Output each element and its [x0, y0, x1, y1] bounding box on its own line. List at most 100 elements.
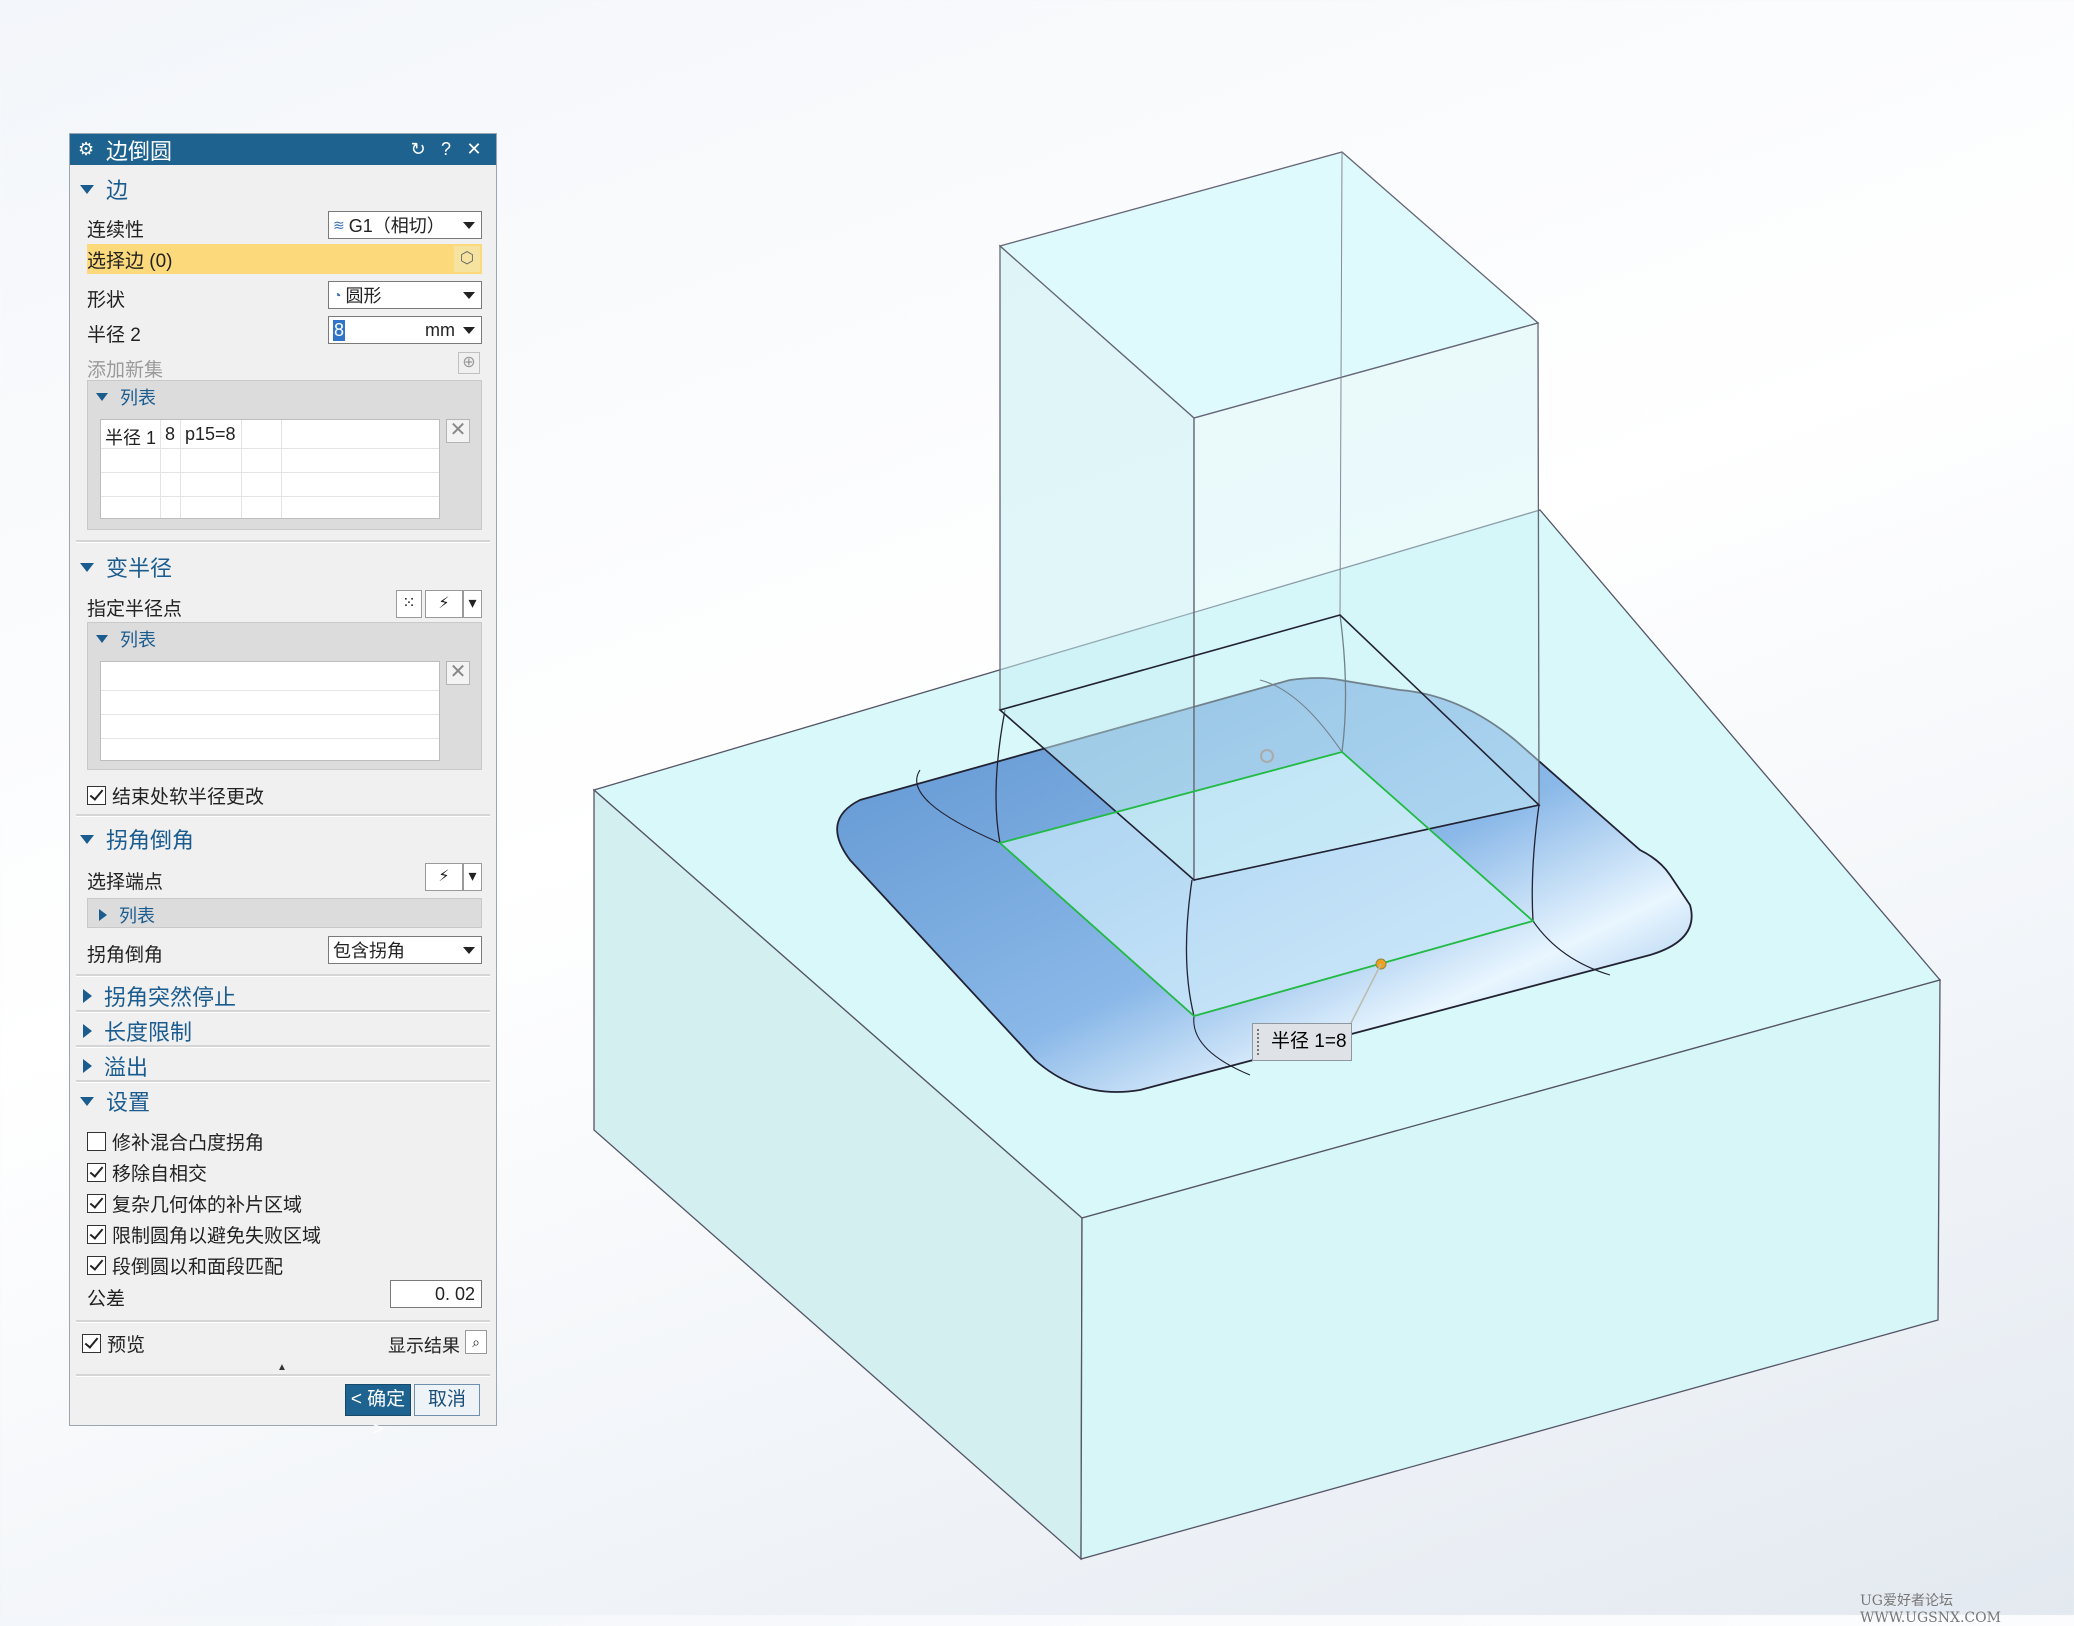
section-stop-short[interactable]: 拐角突然停止 — [80, 981, 236, 1011]
radius-tooltip[interactable]: 半径 1=8 — [1252, 1023, 1352, 1061]
continuity-label: 连续性 — [87, 220, 145, 241]
dialog-titlebar[interactable]: ⚙ 边倒圆 ↻ ? ✕ — [70, 134, 496, 165]
gear-icon: ⚙ — [78, 139, 95, 159]
drag-grip-icon[interactable] — [1257, 1029, 1263, 1055]
checkbox-icon[interactable] — [87, 1132, 106, 1151]
corner-list-header[interactable]: 列表 — [96, 902, 155, 928]
checkbox-icon[interactable] — [87, 1256, 106, 1275]
select-endpoint-label: 选择端点 — [87, 872, 164, 893]
collapse-arrow-icon — [96, 393, 108, 401]
tolerance-label: 公差 — [87, 1289, 126, 1310]
snap-point-icon[interactable]: ⚡ — [425, 863, 463, 891]
collapse-arrow-icon — [80, 1096, 94, 1106]
edge-select-icon[interactable]: ⬡ — [454, 246, 480, 272]
cancel-button[interactable]: 取消 — [414, 1384, 480, 1416]
preview-checkbox[interactable]: 预览 — [82, 1330, 145, 1357]
chevron-down-icon[interactable] — [463, 327, 475, 334]
upper-front-face[interactable] — [1193, 322, 1540, 881]
option-4-checkbox[interactable]: 段倒圆以和面段匹配 — [87, 1252, 283, 1279]
checkbox-icon[interactable] — [87, 786, 106, 805]
option-2-checkbox[interactable]: 复杂几何体的补片区域 — [87, 1190, 302, 1217]
checkbox-icon[interactable] — [87, 1225, 106, 1244]
radius-input[interactable]: 8 mm — [328, 316, 482, 344]
collapse-arrow-icon — [80, 184, 94, 194]
option-4-label: 段倒圆以和面段匹配 — [112, 1257, 284, 1278]
radius-point-list-panel: 列表 ✕ — [87, 622, 482, 770]
continuity-select[interactable]: ≋ G1（相切） — [328, 211, 482, 239]
continuity-icon: ≋ — [333, 216, 345, 233]
list-item[interactable]: 半径 1 8 p15=8 — [105, 424, 236, 450]
snap-point-icon[interactable]: ⚡ — [425, 590, 463, 618]
shape-label: 形状 — [87, 290, 126, 311]
corner-list-label: 列表 — [119, 906, 155, 926]
dialog-title: 边倒圆 — [106, 138, 173, 164]
expand-arrow-icon — [99, 909, 107, 921]
ok-button[interactable]: < 确定 > — [345, 1384, 411, 1440]
expand-arrow-icon — [83, 989, 92, 1003]
reset-icon[interactable]: ↻ — [404, 139, 432, 160]
tolerance-value[interactable]: 0. 02 — [435, 1284, 475, 1305]
chevron-down-icon — [463, 947, 475, 954]
corner-value: 包含拐角 — [333, 941, 405, 961]
collapse-arrow-icon — [80, 562, 94, 572]
point-dialog-icon[interactable]: ⁙ — [396, 590, 422, 618]
section-variable-radius-label: 变半径 — [106, 556, 173, 581]
magnifier-icon[interactable]: ⌕ — [465, 1330, 487, 1354]
add-new-set-label: 添加新集 — [87, 360, 164, 381]
list-item-name: 半径 1 — [105, 428, 157, 448]
section-stop-short-label: 拐角突然停止 — [104, 985, 237, 1010]
section-settings-label: 设置 — [106, 1090, 151, 1115]
radius-unit: mm — [425, 319, 455, 340]
soft-radius-change-checkbox[interactable]: 结束处软半径更改 — [87, 782, 264, 809]
option-2-label: 复杂几何体的补片区域 — [112, 1195, 303, 1216]
section-variable-radius[interactable]: 变半径 — [80, 552, 172, 582]
collapse-up-icon[interactable]: ▲ — [277, 1362, 287, 1373]
section-length-limit[interactable]: 长度限制 — [80, 1016, 192, 1046]
chevron-down-icon — [463, 292, 475, 299]
edge-list-label: 列表 — [120, 388, 156, 408]
edge-list-panel: 列表 半径 1 8 p15=8 ✕ — [87, 380, 482, 530]
close-icon[interactable]: ✕ — [460, 139, 488, 160]
chevron-down-icon[interactable]: ▾ — [463, 590, 482, 618]
chevron-down-icon[interactable]: ▾ — [463, 863, 482, 891]
option-1-checkbox[interactable]: 移除自相交 — [87, 1159, 207, 1186]
corner-select[interactable]: 包含拐角 — [328, 936, 482, 964]
section-settings[interactable]: 设置 — [80, 1086, 150, 1116]
section-edge[interactable]: 边 — [80, 174, 128, 204]
option-0-label: 修补混合凸度拐角 — [112, 1133, 265, 1154]
radius-value[interactable]: 8 — [333, 319, 346, 341]
edge-list-header[interactable]: 列表 — [96, 384, 156, 410]
preview-label: 预览 — [107, 1335, 146, 1356]
radius-tooltip-text: 半径 1=8 — [1271, 1031, 1347, 1052]
edge-list[interactable]: 半径 1 8 p15=8 — [100, 419, 440, 519]
checkbox-icon[interactable] — [87, 1163, 106, 1182]
add-set-icon[interactable]: ⊕ — [458, 352, 480, 374]
section-edge-label: 边 — [106, 178, 129, 203]
continuity-value: G1（相切） — [348, 216, 445, 236]
option-3-checkbox[interactable]: 限制圆角以避免失败区域 — [87, 1221, 321, 1248]
chevron-down-icon — [463, 222, 475, 229]
expand-arrow-icon — [83, 1024, 92, 1038]
tolerance-input[interactable]: 0. 02 — [390, 1280, 482, 1308]
remove-icon[interactable]: ✕ — [446, 661, 470, 685]
list-item-value: 8 — [165, 424, 176, 444]
select-edge-row[interactable]: 选择边 (0) ⬡ — [87, 244, 482, 274]
shape-icon: ◔ — [333, 287, 342, 303]
expand-arrow-icon — [83, 1059, 92, 1073]
radius-point-list-header[interactable]: 列表 — [96, 626, 156, 652]
section-corner-setback[interactable]: 拐角倒角 — [80, 824, 194, 854]
radius-label: 半径 2 — [87, 325, 141, 346]
section-overflow[interactable]: 溢出 — [80, 1051, 148, 1081]
list-item-expr: p15=8 — [185, 424, 236, 444]
corner-list-panel[interactable]: 列表 — [87, 898, 482, 928]
checkbox-icon[interactable] — [87, 1194, 106, 1213]
radius-point-list[interactable] — [100, 661, 440, 761]
checkbox-icon[interactable] — [82, 1334, 101, 1353]
option-0-checkbox[interactable]: 修补混合凸度拐角 — [87, 1128, 264, 1155]
remove-icon[interactable]: ✕ — [446, 419, 470, 443]
corner-label: 拐角倒角 — [87, 945, 164, 966]
help-icon[interactable]: ? — [432, 139, 460, 160]
shape-select[interactable]: ◔ 圆形 — [328, 281, 482, 309]
collapse-arrow-icon — [96, 635, 108, 643]
section-overflow-label: 溢出 — [104, 1055, 149, 1080]
